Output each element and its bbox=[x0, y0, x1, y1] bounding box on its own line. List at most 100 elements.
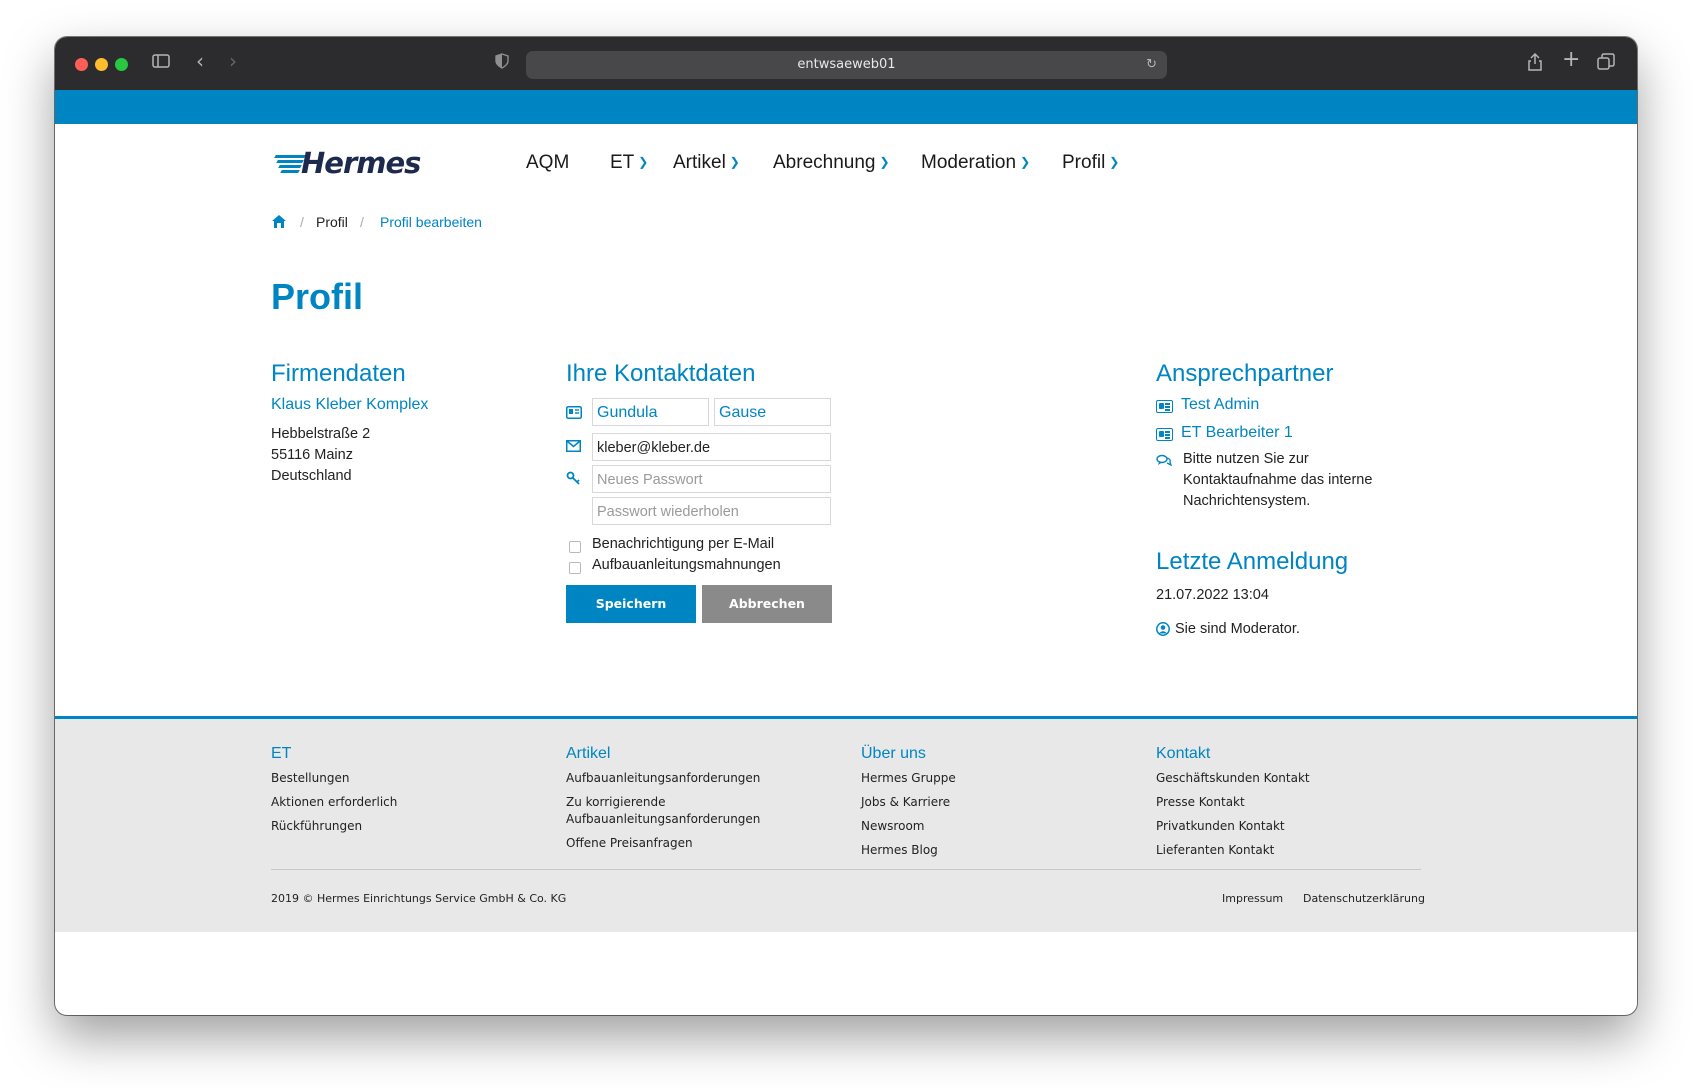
kontaktdaten-heading: Ihre Kontaktdaten bbox=[566, 360, 756, 387]
reminders-checkbox[interactable] bbox=[569, 562, 581, 574]
contact-et-bearbeiter[interactable]: ET Bearbeiter 1 bbox=[1181, 424, 1293, 442]
footer-link-hermes-gruppe[interactable]: Hermes Gruppe bbox=[861, 769, 956, 787]
minimize-window-button[interactable] bbox=[95, 58, 108, 71]
footer-link-blog[interactable]: Hermes Blog bbox=[861, 841, 938, 859]
footer-heading-ueber-uns: Über uns bbox=[861, 745, 926, 762]
new-tab-icon[interactable]: + bbox=[1562, 49, 1580, 71]
reload-icon[interactable]: ↻ bbox=[1146, 51, 1157, 79]
company-name: Klaus Kleber Komplex bbox=[271, 396, 429, 413]
footer-link-bestellungen[interactable]: Bestellungen bbox=[271, 769, 349, 787]
chevron-down-icon: ❯ bbox=[638, 155, 649, 169]
nav-profil-label: Profil bbox=[1062, 152, 1106, 173]
nav-aqm[interactable]: AQM bbox=[526, 152, 569, 174]
footer-link-geschaeftskunden[interactable]: Geschäftskunden Kontakt bbox=[1156, 769, 1310, 787]
datenschutz-link[interactable]: Datenschutzerklärung bbox=[1303, 892, 1425, 905]
copyright-text: 2019 © Hermes Einrichtungs Service GmbH … bbox=[271, 892, 567, 905]
nav-moderation-label: Moderation bbox=[921, 152, 1017, 173]
nav-abrechnung[interactable]: Abrechnung ❯ bbox=[773, 152, 890, 174]
footer-link-lieferanten[interactable]: Lieferanten Kontakt bbox=[1156, 841, 1274, 859]
footer-link-rueckfuehrungen[interactable]: Rückführungen bbox=[271, 817, 362, 835]
nav-abrechnung-label: Abrechnung bbox=[773, 152, 876, 173]
last-login-datetime: 21.07.2022 13:04 bbox=[1156, 587, 1269, 603]
first-name-input[interactable]: Gundula bbox=[592, 398, 709, 426]
footer-link-preisanfragen[interactable]: Offene Preisanfragen bbox=[566, 834, 693, 852]
messaging-note-line: Nachrichtensystem. bbox=[1183, 493, 1311, 509]
footer-heading-kontakt: Kontakt bbox=[1156, 745, 1211, 762]
firmendaten-heading: Firmendaten bbox=[271, 360, 406, 387]
messaging-note: Bitte nutzen Sie zur Kontaktaufnahme das… bbox=[1183, 449, 1372, 512]
breadcrumb-separator: / bbox=[300, 214, 304, 230]
footer-link-zu-korrigierende-cont[interactable]: Aufbauanleitungsanforderungen bbox=[566, 810, 760, 828]
key-icon bbox=[566, 471, 582, 485]
chevron-down-icon: ❯ bbox=[879, 155, 890, 169]
logo-stripes-icon bbox=[271, 155, 306, 173]
reminders-label: Aufbauanleitungsmahnungen bbox=[592, 557, 781, 573]
back-icon[interactable]: ‹ bbox=[196, 51, 204, 71]
cancel-button[interactable]: Abbrechen bbox=[702, 585, 832, 623]
email-notification-label: Benachrichtigung per E-Mail bbox=[592, 536, 775, 552]
contact-card-icon bbox=[1156, 428, 1173, 441]
forward-icon[interactable]: › bbox=[229, 51, 237, 71]
chat-bubbles-icon bbox=[1156, 454, 1173, 468]
footer-link-aktionen[interactable]: Aktionen erforderlich bbox=[271, 793, 397, 811]
footer: ET Bestellungen Aktionen erforderlich Rü… bbox=[55, 716, 1637, 932]
nav-artikel-label: Artikel bbox=[673, 152, 726, 173]
tab-overview-icon[interactable] bbox=[1597, 53, 1615, 76]
address-country: Deutschland bbox=[271, 468, 352, 484]
ansprechpartner-heading: Ansprechpartner bbox=[1156, 360, 1334, 387]
close-window-button[interactable] bbox=[75, 58, 88, 71]
footer-link-jobs[interactable]: Jobs & Karriere bbox=[861, 793, 950, 811]
footer-link-privatkunden[interactable]: Privatkunden Kontakt bbox=[1156, 817, 1285, 835]
nav-profil[interactable]: Profil ❯ bbox=[1062, 152, 1119, 174]
role-text: Sie sind Moderator. bbox=[1175, 621, 1300, 637]
url-text: entwsaeweb01 bbox=[797, 57, 896, 72]
nav-moderation[interactable]: Moderation ❯ bbox=[921, 152, 1030, 174]
address-city: 55116 Mainz bbox=[271, 447, 353, 463]
share-icon[interactable] bbox=[1528, 52, 1542, 76]
footer-heading-et: ET bbox=[271, 745, 292, 762]
footer-heading-artikel: Artikel bbox=[566, 745, 611, 762]
chevron-down-icon: ❯ bbox=[1109, 155, 1120, 169]
breadcrumb-profil[interactable]: Profil bbox=[316, 214, 348, 230]
messaging-note-line: Bitte nutzen Sie zur bbox=[1183, 451, 1309, 467]
impressum-link[interactable]: Impressum bbox=[1222, 892, 1283, 905]
email-notification-checkbox[interactable] bbox=[569, 541, 581, 553]
save-button[interactable]: Speichern bbox=[566, 585, 696, 623]
nav-aqm-label: AQM bbox=[526, 152, 570, 173]
new-password-input[interactable]: Neues Passwort bbox=[592, 465, 831, 493]
address-street: Hebbelstraße 2 bbox=[271, 426, 371, 442]
contact-card-icon bbox=[1156, 400, 1173, 413]
last-name-input[interactable]: Gause bbox=[714, 398, 831, 426]
breadcrumb-separator: / bbox=[360, 214, 364, 230]
footer-link-presse[interactable]: Presse Kontakt bbox=[1156, 793, 1245, 811]
breadcrumb-profil-bearbeiten: Profil bearbeiten bbox=[380, 214, 482, 230]
sidebar-toggle-icon[interactable] bbox=[152, 53, 170, 74]
top-accent-bar bbox=[55, 90, 1637, 124]
repeat-password-input[interactable]: Passwort wiederholen bbox=[592, 497, 831, 525]
footer-divider bbox=[271, 869, 1421, 870]
footer-link-aufbauanleitungsanforderungen[interactable]: Aufbauanleitungsanforderungen bbox=[566, 769, 760, 787]
messaging-note-line: Kontaktaufnahme das interne bbox=[1183, 472, 1373, 488]
page-content: Hermes AQM ET ❯ Artikel ❯ Abrechnung ❯ Mode… bbox=[55, 124, 1637, 1015]
chevron-down-icon: ❯ bbox=[729, 155, 740, 169]
company-address: Hebbelstraße 2 55116 Mainz Deutschland bbox=[271, 424, 370, 487]
footer-link-newsroom[interactable]: Newsroom bbox=[861, 817, 924, 835]
zoom-window-button[interactable] bbox=[115, 58, 128, 71]
letzte-anmeldung-heading: Letzte Anmeldung bbox=[1156, 548, 1349, 575]
browser-toolbar: ‹ › entwsaeweb01 ↻ + bbox=[55, 37, 1637, 91]
nav-et[interactable]: ET ❯ bbox=[610, 152, 648, 174]
privacy-shield-icon[interactable] bbox=[495, 53, 509, 74]
envelope-icon bbox=[566, 440, 582, 454]
nav-artikel[interactable]: Artikel ❯ bbox=[673, 152, 740, 174]
hermes-logo[interactable]: Hermes bbox=[271, 146, 421, 180]
name-card-icon bbox=[566, 406, 582, 420]
address-bar[interactable]: entwsaeweb01 ↻ bbox=[526, 51, 1167, 79]
logo-wordmark: Hermes bbox=[301, 146, 421, 180]
user-circle-icon bbox=[1156, 622, 1172, 636]
email-input[interactable]: kleber@kleber.de bbox=[592, 433, 831, 461]
browser-window: ‹ › entwsaeweb01 ↻ + Hermes AQM ET ❯ Art… bbox=[55, 37, 1637, 1015]
nav-et-label: ET bbox=[610, 152, 635, 173]
contact-test-admin[interactable]: Test Admin bbox=[1181, 396, 1259, 414]
home-icon[interactable] bbox=[271, 214, 287, 230]
footer-link-zu-korrigierende[interactable]: Zu korrigierende bbox=[566, 793, 666, 811]
